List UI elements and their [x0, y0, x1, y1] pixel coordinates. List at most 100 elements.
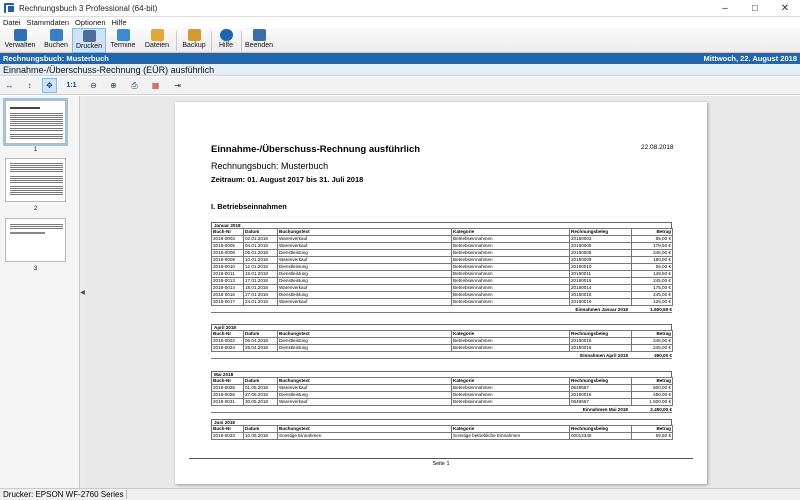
backup-button[interactable]: Backup	[179, 28, 209, 53]
table-cell: Dienstleistung	[277, 270, 452, 278]
table-cell: 02.01.2018	[243, 235, 278, 243]
verwalten-button[interactable]: Verwalten	[2, 28, 38, 53]
month-block: Mai 2018 Buch-Nr Datum Buchungstext Kategori…	[211, 371, 673, 413]
print-icon[interactable]: ⎙	[127, 78, 142, 93]
table-row: 2018-0022 06.04.2018 Dienstleistung Betrieb…	[211, 337, 673, 345]
table-cell: 20180003	[569, 235, 632, 243]
table-cell: Sonstige Einnahmen	[277, 432, 452, 440]
dateien-button[interactable]: Dateien	[142, 28, 172, 53]
table-cell: 2018-0014	[211, 284, 244, 292]
page-thumbnail-1[interactable]	[3, 98, 68, 146]
buchen-button[interactable]: Buchen	[40, 28, 72, 53]
column-header: Buch-Nr	[211, 425, 244, 433]
table-cell: Warenverkauf	[277, 242, 452, 250]
column-header: Betrag	[631, 425, 673, 433]
month-block: Juni 2018 Buch-Nr Datum Buchungstext Kategor…	[211, 419, 673, 440]
drucken-button[interactable]: Drucken	[72, 28, 106, 53]
table-cell: Betriebseinnahmen	[451, 344, 570, 352]
actual-size-icon[interactable]: 1:1	[64, 78, 79, 93]
table-cell: 2018-0003	[211, 235, 244, 243]
zoom-out-icon[interactable]: ⊖	[86, 78, 101, 93]
pdf-export-icon[interactable]: ▦	[148, 78, 163, 93]
zoom-in-icon[interactable]: ⊕	[106, 78, 121, 93]
table-cell: 2018-0011	[211, 270, 244, 278]
table-cell: 27.05.2018	[243, 391, 278, 399]
table-cell: 0649567	[569, 384, 632, 392]
month-block: Januar 2018 Buch-Nr Datum Buchungstext Kateg…	[211, 222, 673, 313]
menu-optionen[interactable]: Optionen	[75, 18, 105, 27]
column-header: Buchungstext	[277, 228, 452, 236]
month-total-label: Einnahmen Mai 2018	[582, 407, 628, 412]
main-toolbar: Verwalten Buchen Drucken Termine Dateien…	[0, 28, 800, 53]
table-cell: 2018-0026	[211, 384, 244, 392]
column-header: Rechnungsbeleg	[569, 425, 632, 433]
fit-page-icon[interactable]: ✥	[42, 78, 57, 93]
table-cell: 10.01.2018	[243, 256, 278, 264]
fit-width-icon[interactable]: ↔	[2, 78, 17, 93]
report-header-bar: Einnahme-/Überschuss-Rechnung (EÜR) ausf…	[0, 64, 800, 76]
month-table: Buch-Nr Datum Buchungstext Kategorie Rechnun…	[211, 425, 673, 440]
table-cell: 2018-0017	[211, 298, 244, 306]
document-title: Einnahme-/Überschuss-Rechnung ausführlic…	[211, 144, 421, 155]
column-header: Betrag	[631, 228, 673, 236]
page-thumbnail-2[interactable]	[5, 158, 66, 202]
column-header: Rechnungsbeleg	[569, 377, 632, 385]
table-cell: 245,00 €	[631, 291, 673, 299]
column-header: Buch-Nr	[211, 377, 244, 385]
page-thumbnail-3[interactable]	[5, 218, 66, 262]
preview-viewport: Einnahme-/Überschuss-Rechnung ausführlic…	[85, 96, 800, 488]
title-bar: Rechnungsbuch 3 Professional (64-bit) – …	[0, 0, 800, 17]
table-cell: Dienstleistung	[277, 391, 452, 399]
footer-divider	[189, 458, 693, 459]
month-total-row: Einnahmen Mai 2018 2.450,00 €	[211, 406, 672, 413]
table-cell: Dienstleistung	[277, 337, 452, 345]
table-cell: 10.06.2018	[243, 432, 278, 440]
table-cell: 245,00 €	[631, 344, 673, 352]
minimize-button[interactable]: –	[710, 0, 740, 17]
table-cell: Betriebseinnahmen	[451, 235, 570, 243]
column-header: Betrag	[631, 330, 673, 338]
column-header: Buchungstext	[277, 425, 452, 433]
table-cell: Dienstleistung	[277, 249, 452, 257]
status-bar: Drucker: EPSON WF-2760 Series	[0, 488, 800, 500]
table-header-row: Buch-Nr Datum Buchungstext Kategorie Rechnun…	[211, 330, 673, 338]
table-cell: Sonstige betriebliche Einnahmen	[451, 432, 570, 440]
table-cell: 2018-0026	[211, 391, 244, 399]
table-cell: Dienstleistung	[277, 291, 452, 299]
column-header: Buch-Nr	[211, 330, 244, 338]
table-cell: 245,00 €	[631, 337, 673, 345]
table-cell: Dienstleistung	[277, 344, 452, 352]
column-header: Rechnungsbeleg	[569, 228, 632, 236]
exit-icon[interactable]: ⇥	[170, 78, 185, 93]
table-header-row: Buch-Nr Datum Buchungstext Kategorie Rechnun…	[211, 228, 673, 236]
table-cell: 20180010	[569, 263, 632, 271]
maximize-button[interactable]: □	[740, 0, 770, 17]
column-header: Kategorie	[451, 377, 570, 385]
app-icon	[4, 3, 15, 13]
column-header: Buch-Nr	[211, 228, 244, 236]
termine-button[interactable]: Termine	[107, 28, 139, 53]
table-cell: 500,00 €	[631, 384, 673, 392]
table-header-row: Buch-Nr Datum Buchungstext Kategorie Rechnun…	[211, 425, 673, 433]
table-cell: 2018-0033	[211, 432, 244, 440]
beenden-button[interactable]: Beenden	[244, 28, 274, 53]
table-cell: 85,00 €	[631, 235, 673, 243]
close-button[interactable]: ✕	[770, 0, 800, 17]
menu-datei[interactable]: Datei	[3, 18, 21, 27]
fit-height-icon[interactable]: ↕	[22, 78, 37, 93]
column-header: Kategorie	[451, 330, 570, 338]
table-cell: 27.01.2018	[243, 291, 278, 299]
table-cell: Warenverkauf	[277, 235, 452, 243]
month-table: Buch-Nr Datum Buchungstext Kategorie Rechnun…	[211, 228, 673, 306]
table-cell: Betriebseinnahmen	[451, 270, 570, 278]
table-row: 2018-0010 12.01.2018 Dienstleistung Betrieb…	[211, 263, 673, 271]
menu-hilfe[interactable]: Hilfe	[112, 18, 127, 27]
month-total-label: Einnahmen April 2018	[580, 353, 628, 358]
pencil-book-icon	[49, 29, 63, 41]
menu-stammdaten[interactable]: Stammdaten	[27, 18, 70, 27]
document-period: Zeitraum: 01. August 2017 bis 31. Juli 2…	[211, 175, 364, 184]
hilfe-button[interactable]: Hilfe	[214, 28, 238, 53]
folder-icon	[150, 29, 164, 41]
column-header: Kategorie	[451, 228, 570, 236]
report-page: Einnahme-/Überschuss-Rechnung ausführlic…	[175, 102, 707, 484]
